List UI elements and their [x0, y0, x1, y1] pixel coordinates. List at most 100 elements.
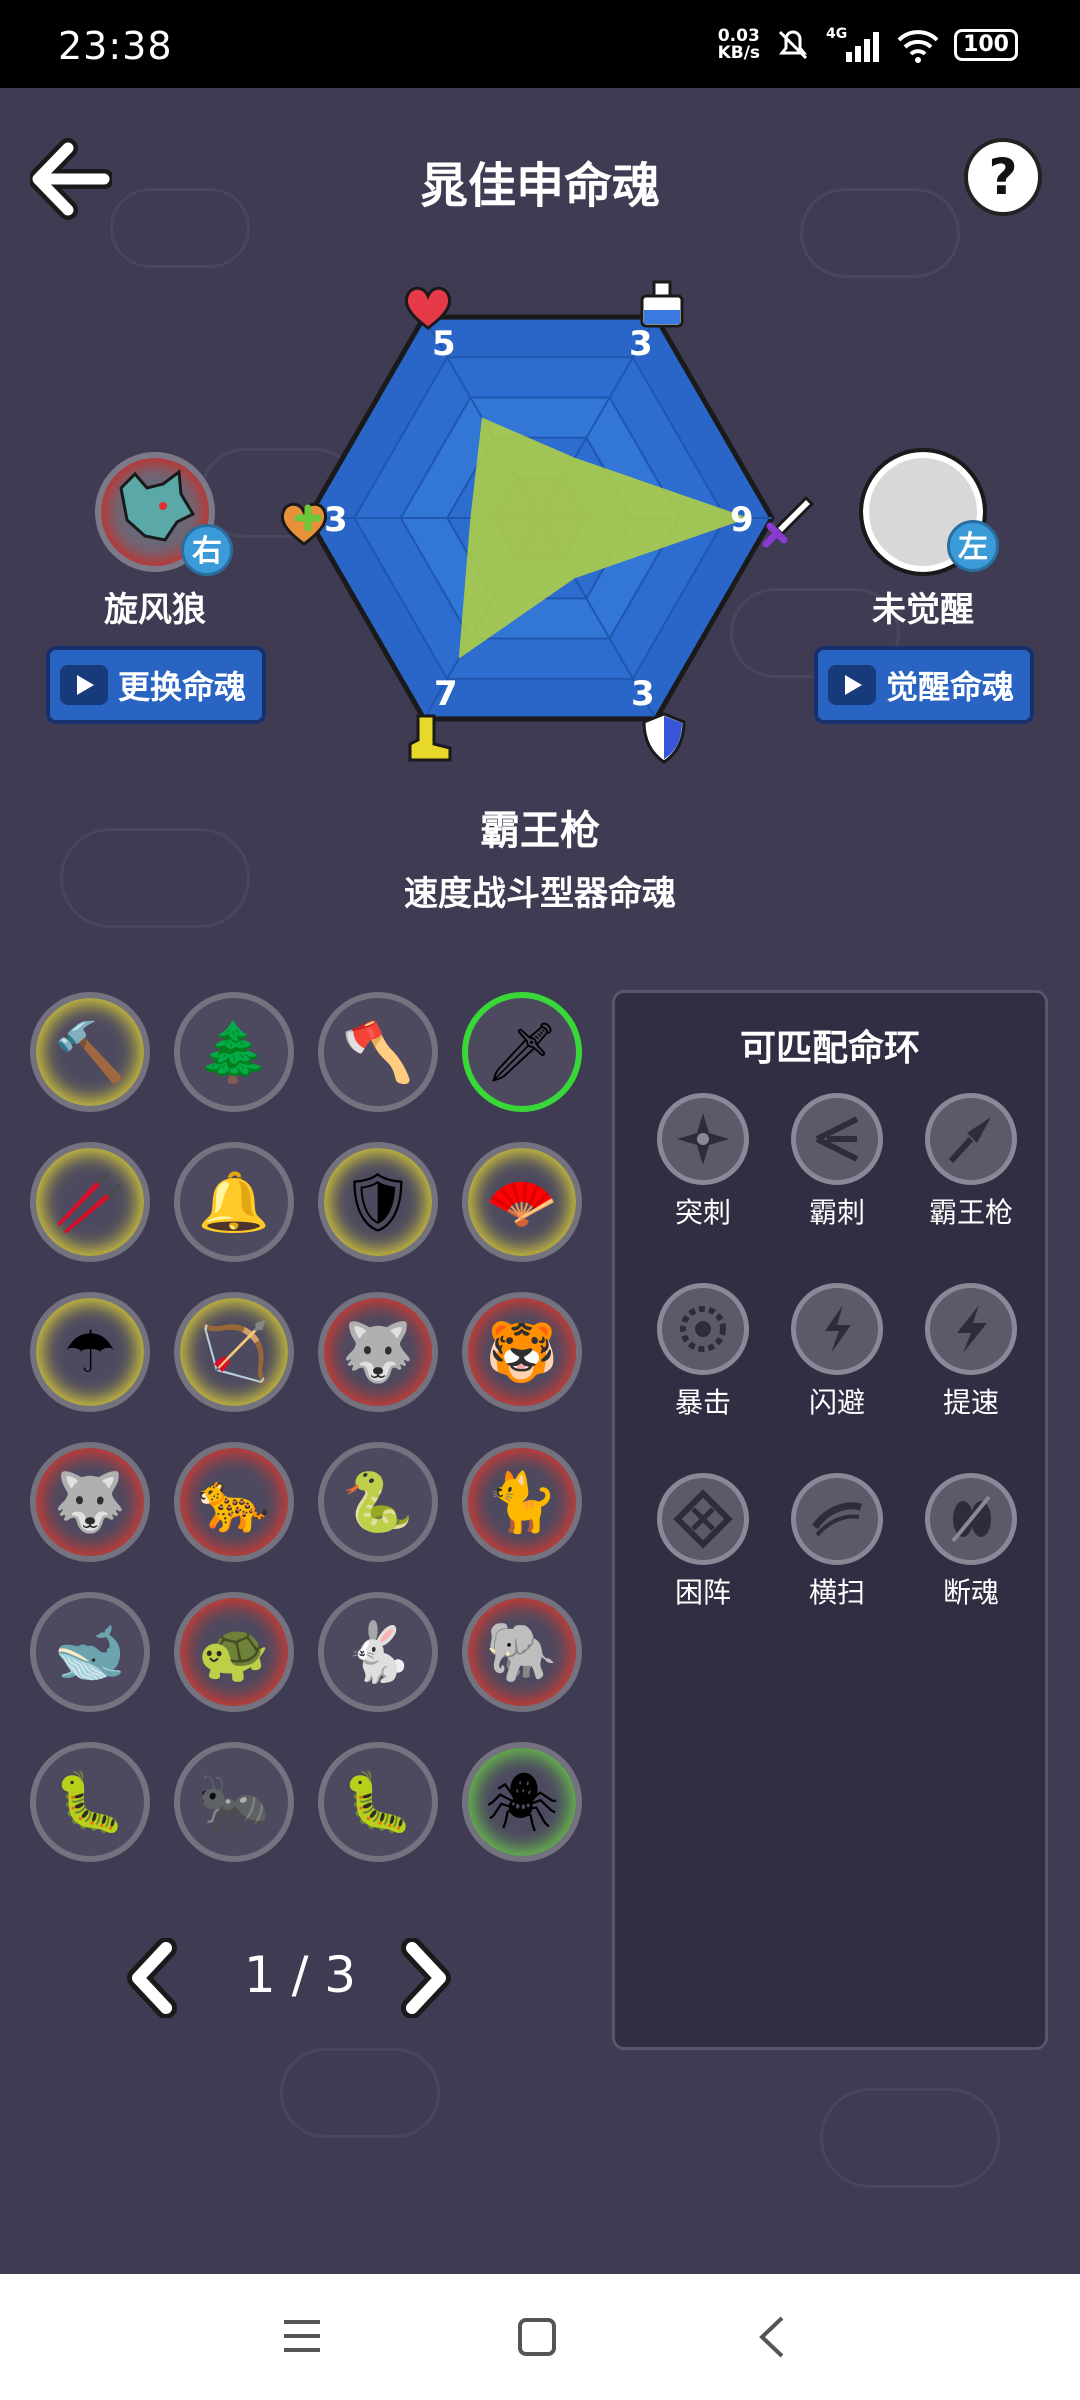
elephant-icon: 🐘 — [485, 1617, 559, 1686]
dodge-icon — [791, 1283, 883, 1375]
stat-defense-value: 3 — [631, 674, 655, 714]
heart-icon — [404, 286, 452, 330]
ring-item[interactable]: 困阵 — [635, 1473, 771, 1611]
page-title: 晁佳申命魂 — [419, 158, 660, 214]
page-indicator: 1 / 3 — [243, 1946, 357, 2004]
whale-soul[interactable]: 🐋 — [30, 1592, 150, 1712]
left-soul-slot[interactable]: 右 旋风狼 — [40, 452, 270, 631]
tiger-icon: 🐯 — [485, 1317, 559, 1386]
turtle-soul[interactable]: 🐢 — [174, 1592, 294, 1712]
status-bar: 23:38 0.03 KB/s 4G 100 — [0, 0, 1080, 88]
help-button[interactable]: ? — [964, 138, 1042, 216]
trap-array-icon — [657, 1473, 749, 1565]
centipede-icon: 🐛 — [341, 1767, 415, 1836]
spider-soul[interactable]: 🕷 — [462, 1742, 582, 1862]
wolf-soul[interactable]: 🐺 — [30, 1442, 150, 1562]
bow-soul[interactable]: 🏹 — [174, 1292, 294, 1412]
mask-shield-soul[interactable]: 🛡 — [318, 1142, 438, 1262]
speed-up-icon — [925, 1283, 1017, 1375]
mana-potion-icon — [640, 280, 684, 328]
ring-item[interactable]: 断魂 — [903, 1473, 1039, 1611]
fan-soul[interactable]: 🪭 — [462, 1142, 582, 1262]
silkworm-icon: 🐛 — [53, 1767, 127, 1836]
next-page-button[interactable] — [396, 1938, 456, 2018]
weapon-soul-name: 霸王枪 — [480, 808, 600, 854]
ant-soul[interactable]: 🐜 — [174, 1742, 294, 1862]
right-soul-slot[interactable]: 左 未觉醒 — [808, 448, 1038, 631]
hammer-soul[interactable]: 🔨 — [30, 992, 150, 1112]
umbrella-icon: ☂ — [64, 1318, 116, 1386]
staff-icon: 🥢 — [53, 1167, 127, 1236]
back-nav-icon[interactable] — [752, 2314, 792, 2360]
mask-shield-icon: 🛡 — [341, 1167, 415, 1236]
battery-indicator: 100 — [954, 29, 1018, 61]
soul-break-icon — [925, 1473, 1017, 1565]
dash-strike-icon — [791, 1093, 883, 1185]
leopard-icon: 🐆 — [197, 1467, 271, 1536]
right-soul-name: 未觉醒 — [872, 590, 974, 630]
thunder-wolf-soul[interactable]: 🐺 — [318, 1292, 438, 1412]
black-cat-soul[interactable]: 🐈 — [462, 1442, 582, 1562]
snake-icon: 🐍 — [341, 1467, 415, 1536]
spear-tip-icon — [925, 1093, 1017, 1185]
prev-page-button[interactable] — [122, 1938, 182, 2018]
axe-soul[interactable]: 🪓 — [318, 992, 438, 1112]
left-soul-name: 旋风狼 — [104, 590, 206, 630]
ant-icon: 🐜 — [197, 1767, 271, 1836]
tiger-soul[interactable]: 🐯 — [462, 1292, 582, 1412]
ring-item[interactable]: 突刺 — [635, 1093, 771, 1231]
menu-icon[interactable] — [280, 2316, 324, 2356]
stats-radar-chart — [305, 314, 775, 722]
boot-icon — [408, 714, 452, 762]
ring-item[interactable]: 暴击 — [635, 1283, 771, 1421]
ring-item[interactable]: 提速 — [903, 1283, 1039, 1421]
pager: 1 / 3 — [110, 1938, 490, 2018]
elephant-soul[interactable]: 🐘 — [462, 1592, 582, 1712]
weapon-soul-type: 速度战斗型器命魂 — [404, 874, 676, 914]
hammer-icon: 🔨 — [53, 1017, 127, 1086]
staff-soul[interactable]: 🥢 — [30, 1142, 150, 1262]
status-time: 23:38 — [58, 24, 173, 68]
rabbit-soul[interactable]: 🐇 — [318, 1592, 438, 1712]
silkworm-soul[interactable]: 🐛 — [30, 1742, 150, 1862]
ring-item[interactable]: 霸王枪 — [903, 1093, 1039, 1231]
bow-icon: 🏹 — [197, 1317, 271, 1386]
bell-soul[interactable]: 🔔 — [174, 1142, 294, 1262]
whale-icon: 🐋 — [53, 1617, 127, 1686]
cloud-decoration — [280, 2048, 440, 2138]
wifi-icon — [897, 30, 939, 63]
soul-tag-right: 右 — [181, 524, 233, 576]
axe-icon: 🪓 — [341, 1017, 415, 1086]
leopard-soul[interactable]: 🐆 — [174, 1442, 294, 1562]
app-screen: 晁佳申命魂 ? 5 3 9 3 7 3 右 旋风狼 更换命魂 左 未觉醒 觉醒命… — [0, 88, 1080, 2274]
bell-icon: 🔔 — [197, 1167, 271, 1236]
ring-item[interactable]: 横扫 — [769, 1473, 905, 1611]
change-soul-button[interactable]: 更换命魂 — [46, 646, 266, 724]
status-icons: 0.03 KB/s 4G 100 — [718, 24, 1018, 66]
shuriken-icon — [657, 1093, 749, 1185]
overlord-spear-soul[interactable]: 🗡 — [462, 992, 582, 1112]
ring-item[interactable]: 霸刺 — [769, 1093, 905, 1231]
signal-icon: 4G — [826, 26, 880, 62]
video-ad-icon — [60, 665, 108, 705]
network-speed: 0.03 KB/s — [717, 26, 761, 63]
umbrella-soul[interactable]: ☂ — [30, 1292, 150, 1412]
stat-attack-value: 9 — [730, 500, 754, 540]
spider-icon: 🕷 — [485, 1767, 559, 1836]
matchable-rings-panel: 可匹配命环 突刺 霸刺 霸王枪 暴击 闪避 提速 困阵 横扫 断魂 — [612, 990, 1048, 2050]
fan-icon: 🪭 — [485, 1167, 559, 1236]
unawakened-soul-avatar[interactable]: 左 — [859, 448, 999, 576]
heal-heart-icon — [280, 502, 328, 546]
home-icon[interactable] — [516, 2316, 558, 2358]
awaken-soul-button[interactable]: 觉醒命魂 — [814, 646, 1034, 724]
turtle-icon: 🐢 — [197, 1617, 271, 1686]
centipede-soul[interactable]: 🐛 — [318, 1742, 438, 1862]
snake-soul[interactable]: 🐍 — [318, 1442, 438, 1562]
wolf-icon: 🐺 — [53, 1467, 127, 1536]
wolf-soul-avatar[interactable]: 右 — [95, 452, 233, 576]
soul-tag-left: 左 — [947, 520, 999, 572]
ring-item[interactable]: 闪避 — [769, 1283, 905, 1421]
pine-tree-soul[interactable]: 🌲 — [174, 992, 294, 1112]
spear-icon: 🗡 — [485, 1017, 559, 1086]
mute-icon — [778, 30, 808, 60]
